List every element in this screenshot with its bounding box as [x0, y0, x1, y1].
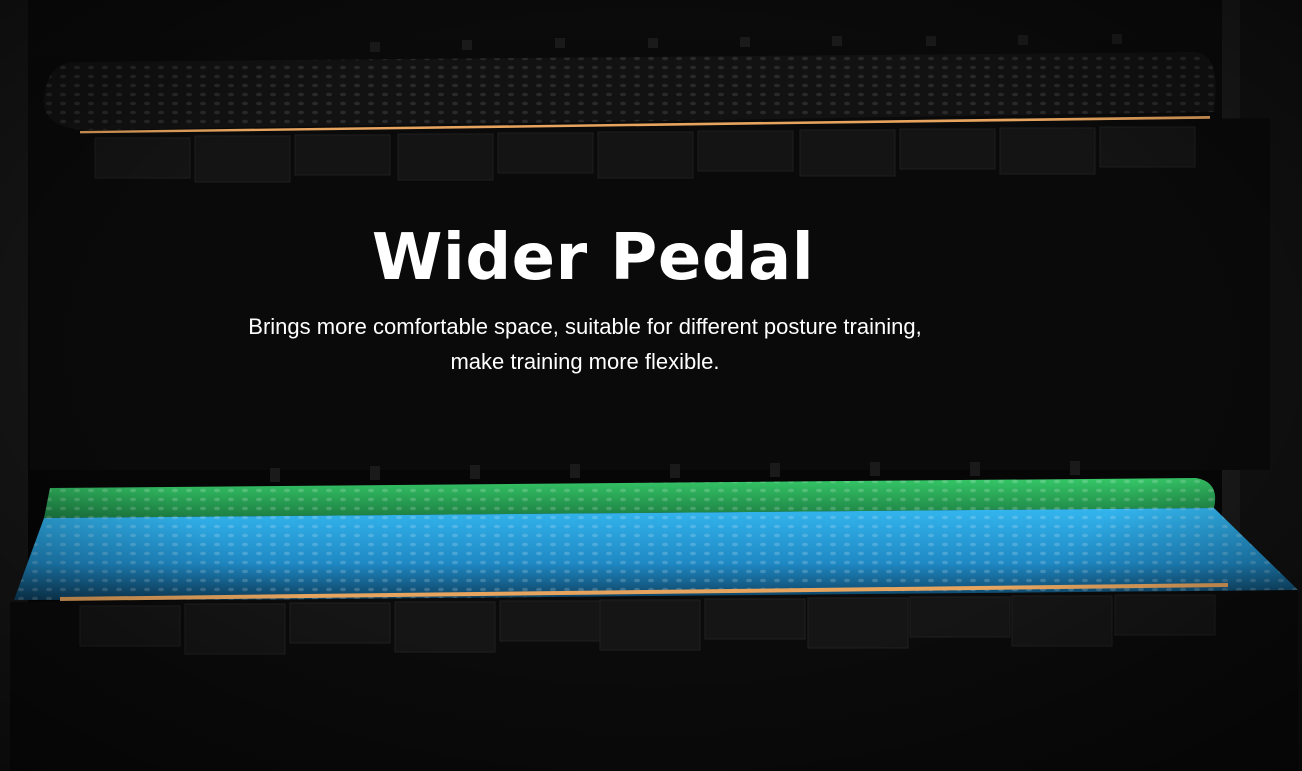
- pedal-product-banner: Wider Pedal Brings more comfortable spac…: [0, 0, 1302, 771]
- pedal-steps-illustration: [0, 0, 1302, 771]
